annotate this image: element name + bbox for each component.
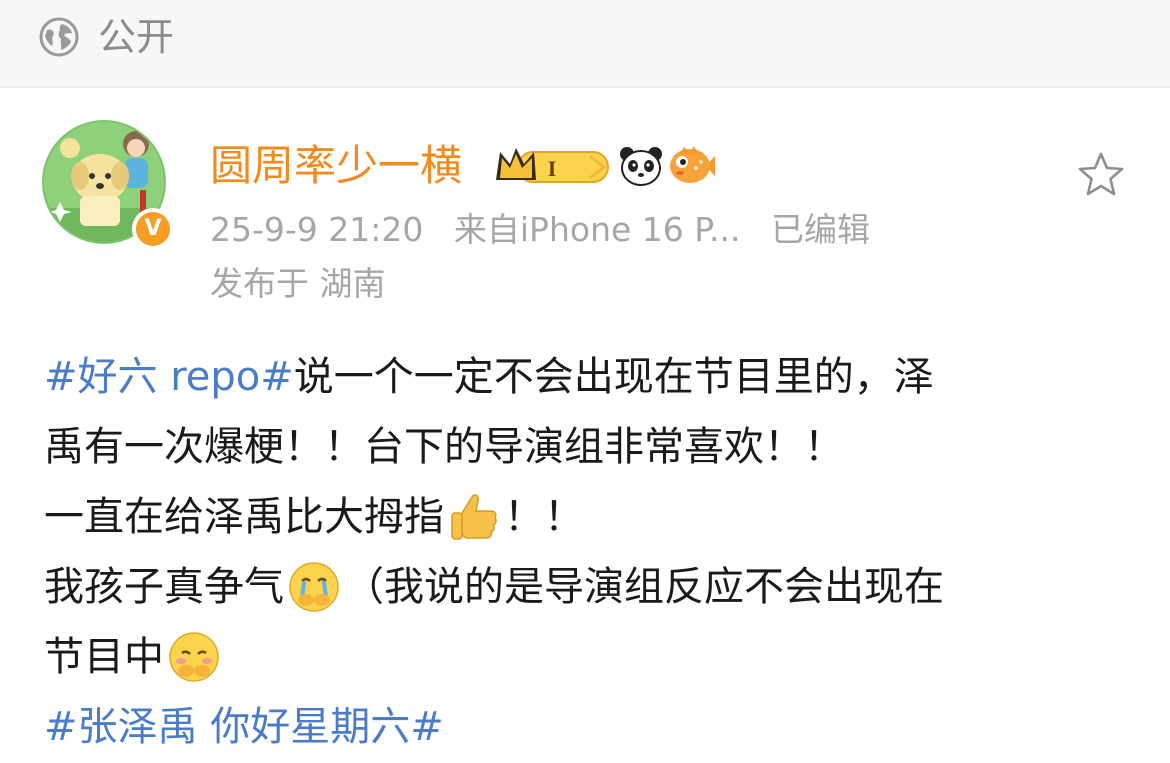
verified-badge-icon: V [132,208,174,250]
hashtag-link[interactable]: #张泽禹 你好星期六# [44,696,444,758]
visibility-label: 公开 [98,15,175,59]
post-line-text: 节目中 [44,634,164,680]
post-source[interactable]: 来自iPhone 16 P... [454,210,741,249]
post-timestamp: 25-9-9 21:20 [210,210,424,249]
touched-crying-emoji-icon [289,562,339,612]
post-line-text: 一直在给泽禹比大拇指 [44,494,444,540]
author-name[interactable]: 圆周率少一横 [210,140,462,192]
author-avatar[interactable]: V [40,118,174,250]
shy-emoji-icon [169,632,219,682]
post-line: 我孩子真争气 （我说的是导演组反应不会出现在 [44,552,1134,622]
hashtag-link[interactable]: #好六 repo# [44,346,294,408]
star-outline-icon[interactable] [1076,150,1126,200]
post-line-text: ！！ [504,494,584,540]
crown-icon[interactable]: I [492,142,612,190]
edited-label[interactable]: 已编辑 [771,210,870,249]
post-line-text: （我说的是导演组反应不会出现在 [344,564,944,610]
post-line-text: 我孩子真争气 [44,564,284,610]
post-line-text: 说一个一定不会出现在节目里的，泽 [293,354,934,400]
post-line: 禹有一次爆梗！！台下的导演组非常喜欢！！ [44,412,1134,482]
divider [0,86,1170,88]
post-meta: 25-9-9 21:20 来自iPhone 16 P... 已编辑 [210,208,870,252]
post-line: 节目中 [44,622,1134,692]
post-line: 一直在给泽禹比大拇指 ！！ [44,482,1134,552]
fish-icon [670,146,715,183]
thumbs-up-icon [451,494,497,540]
post-location: 发布于 湖南 [210,264,386,303]
member-badge-text: I [548,156,557,181]
panda-icon [620,147,662,186]
post-line: #好六 repo# 说一个一定不会出现在节目里的，泽 [44,342,1134,412]
post-text: #好六 repo# 说一个一定不会出现在节目里的，泽 禹有一次爆梗！！台下的导演… [44,342,1134,762]
globe-icon [39,17,79,57]
post-line-text: 禹有一次爆梗！！台下的导演组非常喜欢！！ [44,424,844,470]
post-line: #张泽禹 你好星期六# [44,692,1134,762]
visibility-bar: 公开 [0,0,1170,86]
